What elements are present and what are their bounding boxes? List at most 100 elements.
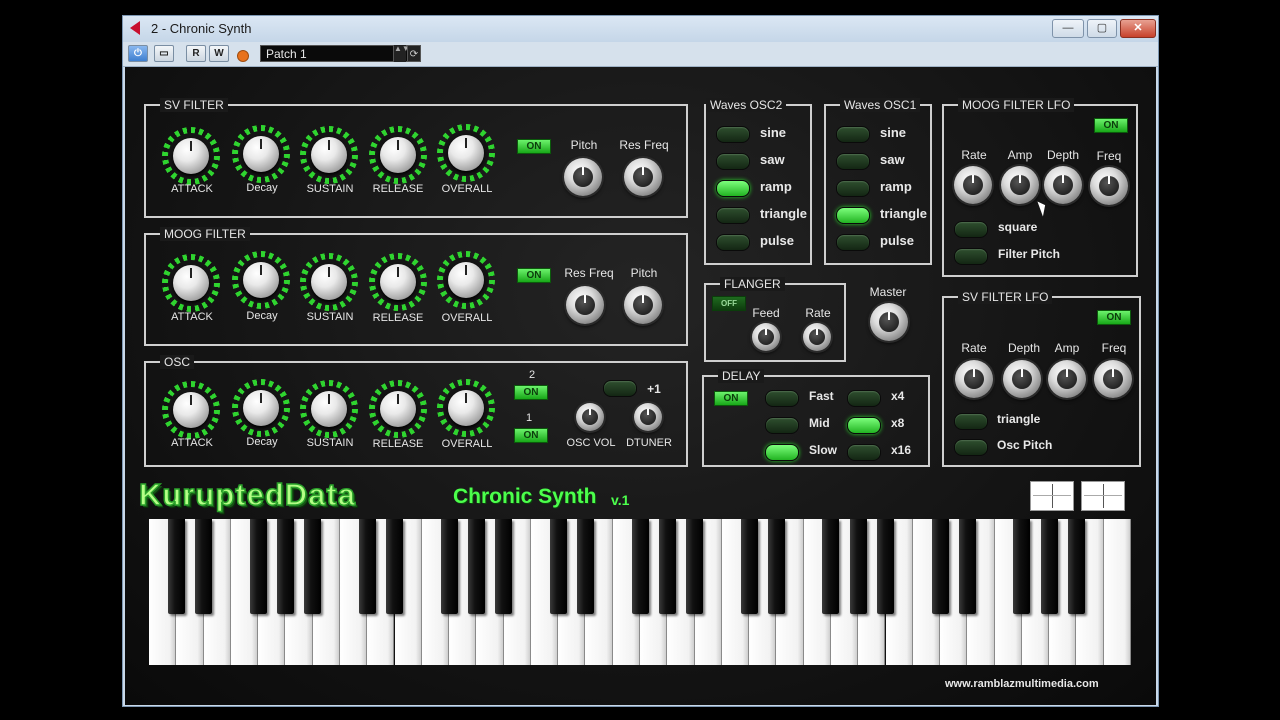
moog-release-knob[interactable] xyxy=(369,253,427,311)
moog-lfo-freq-knob[interactable] xyxy=(1090,167,1128,205)
delay-slow-toggle[interactable] xyxy=(765,444,799,461)
osc2-ramp-toggle[interactable] xyxy=(716,180,750,197)
title-bar[interactable]: 2 - Chronic Synth — ▢ ✕ xyxy=(123,16,1158,42)
delay-x4-toggle[interactable] xyxy=(847,390,881,407)
master-knob[interactable] xyxy=(870,303,908,341)
osc1-saw-toggle[interactable] xyxy=(836,153,870,170)
osc1-pulse-toggle[interactable] xyxy=(836,234,870,251)
osc1-on-button[interactable]: ON xyxy=(514,428,548,443)
osc-decay-knob[interactable] xyxy=(232,379,290,437)
black-key[interactable] xyxy=(631,519,649,614)
osc-sustain-knob[interactable] xyxy=(300,380,358,438)
black-key[interactable] xyxy=(1040,519,1058,614)
black-key[interactable] xyxy=(386,519,403,614)
osc-attack-knob[interactable] xyxy=(162,381,220,439)
sv-lfo-on-button[interactable]: ON xyxy=(1097,310,1131,325)
moog-lfo-rate-knob[interactable] xyxy=(954,166,992,204)
sv-decay-knob[interactable] xyxy=(232,125,290,183)
piano-keyboard[interactable] xyxy=(149,519,1131,665)
black-key[interactable] xyxy=(467,519,485,614)
black-key[interactable] xyxy=(576,519,594,614)
black-key[interactable] xyxy=(686,519,704,614)
moog-overall-knob[interactable] xyxy=(437,251,495,309)
sv-lfo-amp-knob[interactable] xyxy=(1048,360,1086,398)
black-key[interactable] xyxy=(549,519,567,614)
black-key[interactable] xyxy=(358,519,376,614)
black-key[interactable] xyxy=(767,519,785,614)
minimize-button[interactable]: — xyxy=(1052,19,1084,38)
black-key[interactable] xyxy=(877,519,894,614)
black-key[interactable] xyxy=(1067,519,1085,614)
black-key[interactable] xyxy=(495,519,513,614)
white-key[interactable] xyxy=(1103,519,1131,665)
moog-lfo-depth-knob[interactable] xyxy=(1044,166,1082,204)
delay-fast-toggle[interactable] xyxy=(765,390,799,407)
osc1-ramp-toggle[interactable] xyxy=(836,180,870,197)
black-key[interactable] xyxy=(249,519,267,614)
osc-vol-knob[interactable] xyxy=(576,403,604,431)
close-button[interactable]: ✕ xyxy=(1120,19,1156,38)
moog-lfo-filter-pitch-toggle[interactable] xyxy=(954,248,988,265)
moog-decay-knob[interactable] xyxy=(232,251,290,309)
sv-sustain-knob[interactable] xyxy=(300,126,358,184)
flanger-feed-knob[interactable] xyxy=(752,323,780,351)
write-automation-button[interactable]: W xyxy=(209,45,229,62)
read-automation-button[interactable]: R xyxy=(186,45,206,62)
sv-attack-knob[interactable] xyxy=(162,127,220,185)
osc2-triangle-toggle[interactable] xyxy=(716,207,750,224)
sv-lfo-freq-knob[interactable] xyxy=(1094,360,1132,398)
black-key[interactable] xyxy=(822,519,840,614)
power-icon[interactable]: ⏻ xyxy=(128,45,148,62)
moog-lfo-amp-knob[interactable] xyxy=(1001,166,1039,204)
delay-x16-toggle[interactable] xyxy=(847,444,881,461)
black-key[interactable] xyxy=(958,519,976,614)
black-key[interactable] xyxy=(658,519,676,614)
sv-overall-knob[interactable] xyxy=(437,124,495,182)
osc2-pulse-toggle[interactable] xyxy=(716,234,750,251)
record-icon[interactable] xyxy=(237,50,249,62)
black-key[interactable] xyxy=(195,519,213,614)
osc-release-knob[interactable] xyxy=(369,380,427,438)
website-link[interactable]: www.ramblazmultimedia.com xyxy=(945,678,1099,690)
black-key[interactable] xyxy=(276,519,294,614)
sv-lfo-rate-knob[interactable] xyxy=(955,360,993,398)
osc-overall-knob[interactable] xyxy=(437,379,495,437)
sv-release-knob[interactable] xyxy=(369,126,427,184)
dtuner-knob[interactable] xyxy=(634,403,662,431)
mod-wheel-icon[interactable] xyxy=(1081,481,1125,511)
black-key[interactable] xyxy=(304,519,322,614)
osc2-sine-toggle[interactable] xyxy=(716,126,750,143)
sv-res-freq-knob[interactable] xyxy=(624,158,662,196)
osc1-triangle-toggle[interactable] xyxy=(836,207,870,224)
flanger-rate-knob[interactable] xyxy=(803,323,831,351)
black-key[interactable] xyxy=(440,519,458,614)
osc2-on-button[interactable]: ON xyxy=(514,385,548,400)
osc2-saw-toggle[interactable] xyxy=(716,153,750,170)
moog-pitch-knob[interactable] xyxy=(624,286,662,324)
sv-lfo-triangle-toggle[interactable] xyxy=(954,413,988,430)
black-key[interactable] xyxy=(1013,519,1031,614)
osc-plus1-toggle[interactable] xyxy=(603,380,637,397)
moog-sustain-knob[interactable] xyxy=(300,253,358,311)
patch-spinner-icon[interactable]: ▲▼ xyxy=(393,45,410,62)
delay-x8-toggle[interactable] xyxy=(847,417,881,434)
moog-attack-knob[interactable] xyxy=(162,254,220,312)
maximize-button[interactable]: ▢ xyxy=(1087,19,1117,38)
black-key[interactable] xyxy=(931,519,949,614)
sv-pitch-knob[interactable] xyxy=(564,158,602,196)
black-key[interactable] xyxy=(740,519,758,614)
moog-lfo-square-toggle[interactable] xyxy=(954,221,988,238)
delay-on-button[interactable]: ON xyxy=(714,391,748,406)
sv-filter-on-button[interactable]: ON xyxy=(517,139,551,154)
pitch-wheel-icon[interactable] xyxy=(1030,481,1074,511)
sv-lfo-depth-knob[interactable] xyxy=(1003,360,1041,398)
moog-lfo-on-button[interactable]: ON xyxy=(1094,118,1128,133)
delay-mid-toggle[interactable] xyxy=(765,417,799,434)
black-key[interactable] xyxy=(167,519,185,614)
sv-lfo-osc-pitch-toggle[interactable] xyxy=(954,439,988,456)
black-key[interactable] xyxy=(849,519,867,614)
patch-sync-icon[interactable]: ⟳ xyxy=(407,45,421,62)
flanger-off-button[interactable]: OFF xyxy=(712,296,746,311)
osc1-sine-toggle[interactable] xyxy=(836,126,870,143)
moog-filter-on-button[interactable]: ON xyxy=(517,268,551,283)
